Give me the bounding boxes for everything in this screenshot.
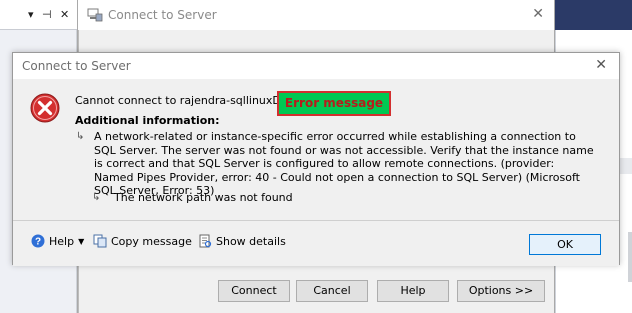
options-button[interactable]: Options >> [457,280,545,302]
error-dialog-footer: ? Help ▼ Copy message Show details OK [13,220,619,266]
details-icon [199,234,212,248]
connect-button[interactable]: Connect [218,280,290,302]
additional-info-heading: Additional information: [75,114,220,127]
svg-text:?: ? [35,237,41,248]
error-dialog-title: Connect to Server [22,59,131,73]
help-button[interactable]: Help [377,280,449,302]
copy-message-button[interactable]: Copy message [93,234,192,248]
dropdown-arrow-icon[interactable]: ▾ [28,8,34,21]
chevron-down-icon: ▼ [78,236,85,246]
pin-icon[interactable]: ⊣ [42,8,52,21]
error-sub-detail: The network path was not found [114,191,293,204]
ok-button[interactable]: OK [529,234,601,255]
help-label: Help [49,234,75,248]
cancel-button[interactable]: Cancel [296,280,368,302]
copy-icon [93,234,107,248]
help-icon: ? [31,234,45,248]
show-details-button[interactable]: Show details [198,234,286,248]
help-menu-button[interactable]: ? Help ▼ [31,234,84,248]
tree-arrow-icon: ↳ [92,192,101,203]
error-dialog: Connect to Server ✕ Cannot connect to ra… [12,52,620,266]
error-dialog-close-icon[interactable]: ✕ [595,57,607,73]
connect-window-titlebar: Connect to Server ✕ [78,0,554,30]
error-dialog-titlebar: Connect to Server ✕ [13,53,619,79]
error-x-icon [30,93,60,123]
show-details-label: Show details [216,234,286,248]
close-icon[interactable]: ✕ [60,8,69,21]
server-icon [87,8,103,22]
error-detail-text: A network-related or instance-specific e… [94,130,594,197]
connect-window-close-icon[interactable]: ✕ [532,6,544,22]
error-message: Cannot connect to rajendra-sqllinuxDemo. [75,94,309,107]
ide-toolbar: ▾ ⊣ ✕ [0,0,77,30]
screen: ▾ ⊣ ✕ Connect to Server ✕ Connect Cancel… [0,0,632,313]
tree-arrow-icon: ↳ [76,131,85,142]
connect-window-title: Connect to Server [108,8,217,22]
error-message-callout: Error message [277,91,391,116]
copy-message-label: Copy message [111,234,192,248]
ide-scrollbar[interactable] [628,232,632,282]
